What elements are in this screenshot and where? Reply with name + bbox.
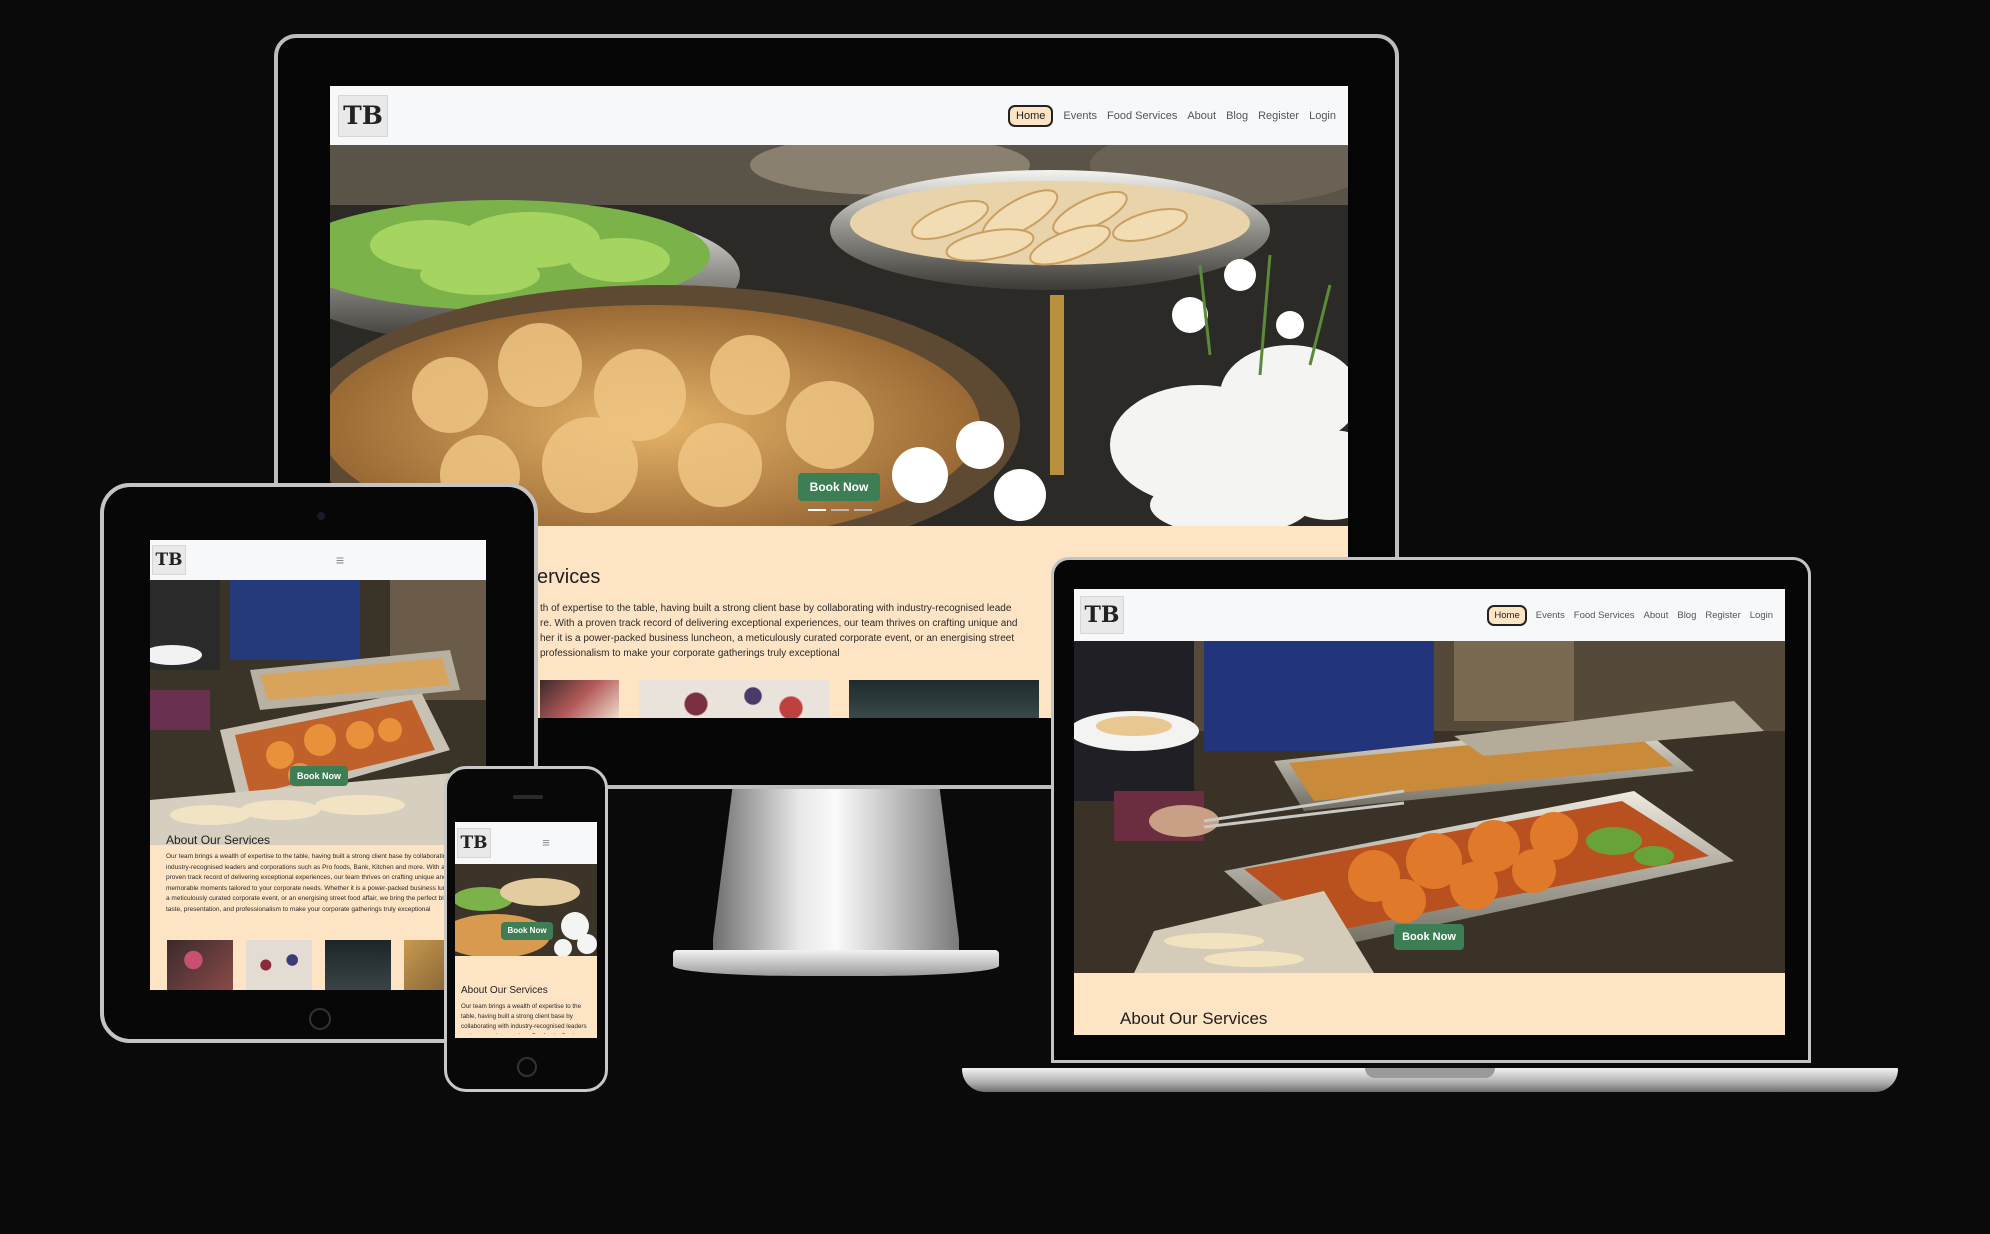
- tablet-camera: [317, 512, 325, 520]
- tablet-home-button[interactable]: [309, 1008, 331, 1030]
- nav-home[interactable]: Home: [1008, 104, 1054, 127]
- phone-home-button[interactable]: [517, 1057, 537, 1077]
- carousel-indicator-2[interactable]: [831, 509, 849, 511]
- tablet-hamburger-menu-icon[interactable]: ≡: [330, 551, 350, 569]
- phone-about-title: About Our Services: [461, 985, 548, 996]
- tablet-book-now-button[interactable]: Book Now: [290, 766, 348, 786]
- laptop-nav-register[interactable]: Register: [1705, 610, 1740, 621]
- phone-hamburger-menu-icon[interactable]: ≡: [537, 834, 555, 852]
- laptop-logo-text: TB: [1084, 602, 1120, 628]
- laptop-about-title: About Our Services: [1120, 1009, 1268, 1028]
- carousel-indicators: [808, 509, 872, 511]
- desktop-about-text: th of expertise to the table, having bui…: [540, 601, 1100, 661]
- phone-speaker: [513, 795, 543, 799]
- tablet-hero-image: Book Now: [150, 580, 486, 845]
- desktop-nav-menu: Home Events Food Services About Blog Reg…: [1008, 104, 1336, 127]
- laptop-nav-home[interactable]: Home: [1487, 604, 1527, 626]
- phone-hero-image: Book Now: [455, 864, 597, 956]
- monitor-stand-base: [673, 950, 999, 976]
- tablet-logo-text: TB: [155, 550, 183, 570]
- desktop-about-title: ervices: [537, 566, 601, 588]
- nav-events[interactable]: Events: [1063, 110, 1097, 122]
- phone-site-logo[interactable]: TB: [457, 828, 491, 858]
- laptop-screen: TB Home Events Food Services About Blog …: [1074, 589, 1785, 1035]
- laptop-nav-menu: Home Events Food Services About Blog Reg…: [1487, 604, 1773, 626]
- about-line-4: professionalism to make your corporate g…: [540, 648, 840, 659]
- desktop-hero-image: Book Now: [330, 145, 1348, 526]
- tablet-buffet-image: [150, 580, 486, 845]
- site-logo[interactable]: TB: [338, 94, 388, 137]
- laptop-book-now-button[interactable]: Book Now: [1394, 924, 1464, 950]
- laptop-nav-blog[interactable]: Blog: [1677, 610, 1696, 621]
- about-line-2: re. With a proven track record of delive…: [540, 618, 1018, 629]
- laptop-hero-image: Book Now: [1074, 641, 1785, 973]
- desktop-thumb-2[interactable]: [639, 680, 829, 718]
- about-line-3: her it is a power-packed business lunche…: [540, 633, 1015, 644]
- phone-about-text: Our team brings a wealth of expertise to…: [461, 1003, 587, 1034]
- tablet-thumb-1[interactable]: [167, 940, 233, 990]
- desktop-navbar: TB Home Events Food Services About Blog …: [330, 86, 1348, 145]
- nav-login[interactable]: Login: [1309, 110, 1336, 122]
- laptop-nav-food-services[interactable]: Food Services: [1574, 610, 1635, 621]
- nav-food-services[interactable]: Food Services: [1107, 110, 1177, 122]
- phone-screen: TB ≡ Book Now About Our Services Our tea…: [455, 822, 597, 1038]
- tablet-navbar: TB: [150, 540, 486, 580]
- desktop-thumb-3[interactable]: [849, 680, 1039, 718]
- phone-navbar: TB: [455, 822, 597, 864]
- nav-blog[interactable]: Blog: [1226, 110, 1248, 122]
- phone-book-now-button[interactable]: Book Now: [501, 922, 553, 940]
- tablet-about-title: About Our Services: [166, 833, 271, 847]
- tablet-thumb-2[interactable]: [246, 940, 312, 990]
- laptop-hinge-notch: [1365, 1068, 1495, 1078]
- laptop-nav-events[interactable]: Events: [1536, 610, 1565, 621]
- carousel-indicator-3[interactable]: [854, 509, 872, 511]
- tablet-about-text: Our team brings a wealth of expertise to…: [166, 853, 466, 913]
- laptop-site-logo[interactable]: TB: [1080, 596, 1124, 634]
- nav-register[interactable]: Register: [1258, 110, 1299, 122]
- desktop-thumb-1[interactable]: [540, 680, 619, 718]
- tablet-screen: TB ≡ Book Now About Our Services Our tea…: [150, 540, 486, 990]
- nav-about[interactable]: About: [1187, 110, 1216, 122]
- logo-text: TB: [343, 101, 383, 130]
- laptop-navbar: TB Home Events Food Services About Blog …: [1074, 589, 1785, 641]
- desktop-book-now-button[interactable]: Book Now: [798, 473, 880, 501]
- phone-logo-text: TB: [460, 833, 488, 853]
- monitor-stand: [713, 786, 959, 956]
- buffet-food-image: [330, 145, 1348, 526]
- phone-buffet-image: [455, 864, 597, 956]
- carousel-indicator-1[interactable]: [808, 509, 826, 511]
- tablet-site-logo[interactable]: TB: [152, 545, 186, 575]
- laptop-nav-login[interactable]: Login: [1750, 610, 1773, 621]
- laptop-nav-about[interactable]: About: [1644, 610, 1669, 621]
- tablet-thumb-3[interactable]: [325, 940, 391, 990]
- about-line-1: th of expertise to the table, having bui…: [540, 603, 1012, 614]
